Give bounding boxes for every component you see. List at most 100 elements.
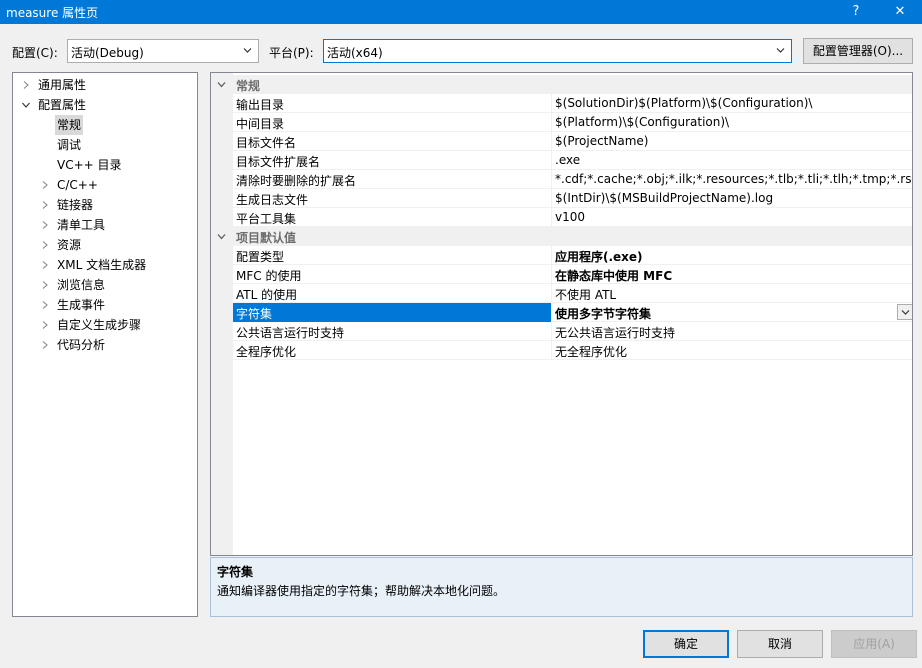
platform-combo[interactable]: 活动(x64)	[323, 39, 792, 63]
property-row-build-log[interactable]: 生成日志文件 $(IntDir)\$(MSBuildProjectName).l…	[233, 189, 912, 208]
description-title: 字符集	[217, 565, 254, 579]
column-divider	[551, 132, 552, 151]
chevron-down-icon	[243, 48, 252, 53]
config-combo[interactable]: 活动(Debug)	[67, 39, 259, 63]
tree-item-general[interactable]: 常规	[13, 115, 197, 135]
property-row-mfc-usage[interactable]: MFC 的使用 在静态库中使用 MFC	[233, 265, 912, 284]
property-name: 全程序优化	[236, 345, 297, 359]
description-text: 通知编译器使用指定的字符集；帮助解决本地化问题。	[217, 584, 506, 598]
property-value: $(ProjectName)	[555, 134, 649, 148]
tree-item-label: C/C++	[57, 178, 98, 192]
tree-item-debugging[interactable]: 调试	[13, 135, 197, 155]
tree-item-custom-build-step[interactable]: 自定义生成步骤	[13, 315, 197, 335]
chevron-down-icon	[217, 234, 226, 240]
property-row-character-set[interactable]: 字符集 使用多字节字符集	[233, 303, 912, 322]
property-value: 不使用 ATL	[555, 288, 617, 302]
property-row-output-dir[interactable]: 输出目录 $(SolutionDir)$(Platform)\$(Configu…	[233, 94, 912, 113]
chevron-right-icon	[42, 181, 48, 189]
chevron-right-icon	[42, 281, 48, 289]
column-divider	[551, 170, 552, 189]
column-divider	[551, 303, 552, 322]
tree-item-xml-doc-generator[interactable]: XML 文档生成器	[13, 255, 197, 275]
help-button[interactable]: ?	[836, 0, 876, 24]
property-value: $(SolutionDir)$(Platform)\$(Configuratio…	[555, 96, 813, 110]
chevron-right-icon	[42, 341, 48, 349]
property-row-target-ext[interactable]: 目标文件扩展名 .exe	[233, 151, 912, 170]
property-value: 使用多字节字符集	[555, 307, 652, 321]
property-name: 清除时要删除的扩展名	[236, 174, 357, 188]
tree-item-common-properties[interactable]: 通用属性	[13, 75, 197, 95]
chevron-right-icon	[42, 301, 48, 309]
category-general[interactable]: 常规	[211, 75, 912, 94]
tree-item-build-events[interactable]: 生成事件	[13, 295, 197, 315]
property-value: $(Platform)\$(Configuration)\	[555, 115, 730, 129]
config-label: 配置(C):	[12, 46, 58, 60]
description-pane: 字符集 通知编译器使用指定的字符集；帮助解决本地化问题。	[210, 557, 913, 617]
property-grid: 常规 输出目录 $(SolutionDir)$(Platform)\$(Conf…	[210, 72, 913, 556]
property-row-atl-usage[interactable]: ATL 的使用 不使用 ATL	[233, 284, 912, 303]
tree-item-manifest-tool[interactable]: 清单工具	[13, 215, 197, 235]
property-name: MFC 的使用	[236, 269, 302, 283]
apply-button[interactable]: 应用(A)	[831, 630, 917, 658]
column-divider	[551, 151, 552, 170]
category-label: 项目默认值	[236, 231, 297, 245]
tree-item-resources[interactable]: 资源	[13, 235, 197, 255]
tree-item-label: 清单工具	[57, 218, 106, 232]
property-name: 目标文件扩展名	[236, 155, 321, 169]
column-divider	[551, 341, 552, 360]
close-button[interactable]: ✕	[880, 0, 920, 24]
property-value: *.cdf;*.cache;*.obj;*.ilk;*.resources;*.…	[555, 172, 912, 186]
tree-item-label: 配置属性	[38, 98, 87, 112]
property-row-target-name[interactable]: 目标文件名 $(ProjectName)	[233, 132, 912, 151]
column-divider	[551, 189, 552, 208]
property-name: 中间目录	[236, 117, 285, 131]
property-row-whole-program-opt[interactable]: 全程序优化 无全程序优化	[233, 341, 912, 360]
property-name: 公共语言运行时支持	[236, 326, 345, 340]
property-row-clean-extensions[interactable]: 清除时要删除的扩展名 *.cdf;*.cache;*.obj;*.ilk;*.r…	[233, 170, 912, 189]
tree-item-cpp[interactable]: C/C++	[13, 175, 197, 195]
property-row-config-type[interactable]: 配置类型 应用程序(.exe)	[233, 246, 912, 265]
tree-item-label: 调试	[57, 138, 82, 152]
chevron-right-icon	[42, 221, 48, 229]
platform-label: 平台(P):	[269, 46, 314, 60]
chevron-right-icon	[42, 261, 48, 269]
property-value: 无全程序优化	[555, 345, 628, 359]
category-project-defaults[interactable]: 项目默认值	[211, 227, 912, 246]
column-divider	[551, 322, 552, 341]
column-divider	[551, 265, 552, 284]
property-name: 平台工具集	[236, 212, 297, 226]
property-name: ATL 的使用	[236, 288, 298, 302]
column-divider	[551, 246, 552, 265]
property-tree: 通用属性 配置属性 常规 调试 VC++ 目录 C/C++ 链接器 清单工具 资…	[12, 72, 198, 617]
tree-item-label: 通用属性	[38, 78, 87, 92]
ok-button[interactable]: 确定	[643, 630, 729, 658]
property-value: 在静态库中使用 MFC	[555, 269, 673, 283]
tree-item-linker[interactable]: 链接器	[13, 195, 197, 215]
tree-item-label: 浏览信息	[57, 278, 106, 292]
column-divider	[551, 208, 552, 227]
tree-item-label: VC++ 目录	[57, 158, 122, 172]
column-divider	[551, 94, 552, 113]
chevron-right-icon	[42, 321, 48, 329]
tree-item-vc-directories[interactable]: VC++ 目录	[13, 155, 197, 175]
tree-item-label: 链接器	[57, 198, 94, 212]
tree-item-config-properties[interactable]: 配置属性	[13, 95, 197, 115]
property-row-platform-toolset[interactable]: 平台工具集 v100	[233, 208, 912, 227]
property-name: 配置类型	[236, 250, 285, 264]
property-row-clr-support[interactable]: 公共语言运行时支持 无公共语言运行时支持	[233, 322, 912, 341]
cancel-button[interactable]: 取消	[737, 630, 823, 658]
property-value: $(IntDir)\$(MSBuildProjectName).log	[555, 191, 774, 205]
chevron-down-icon	[217, 82, 226, 88]
chevron-down-icon	[776, 48, 785, 53]
chevron-right-icon	[42, 241, 48, 249]
config-manager-button[interactable]: 配置管理器(O)...	[803, 38, 913, 64]
tree-item-code-analysis[interactable]: 代码分析	[13, 335, 197, 355]
tree-item-browse-info[interactable]: 浏览信息	[13, 275, 197, 295]
property-row-intermediate-dir[interactable]: 中间目录 $(Platform)\$(Configuration)\	[233, 113, 912, 132]
character-set-dropdown-button[interactable]	[897, 304, 912, 320]
property-value: 无公共语言运行时支持	[555, 326, 676, 340]
chevron-down-icon	[22, 102, 30, 108]
property-name: 输出目录	[236, 98, 285, 112]
grid-gutter	[211, 73, 233, 555]
chevron-right-icon	[23, 81, 29, 89]
